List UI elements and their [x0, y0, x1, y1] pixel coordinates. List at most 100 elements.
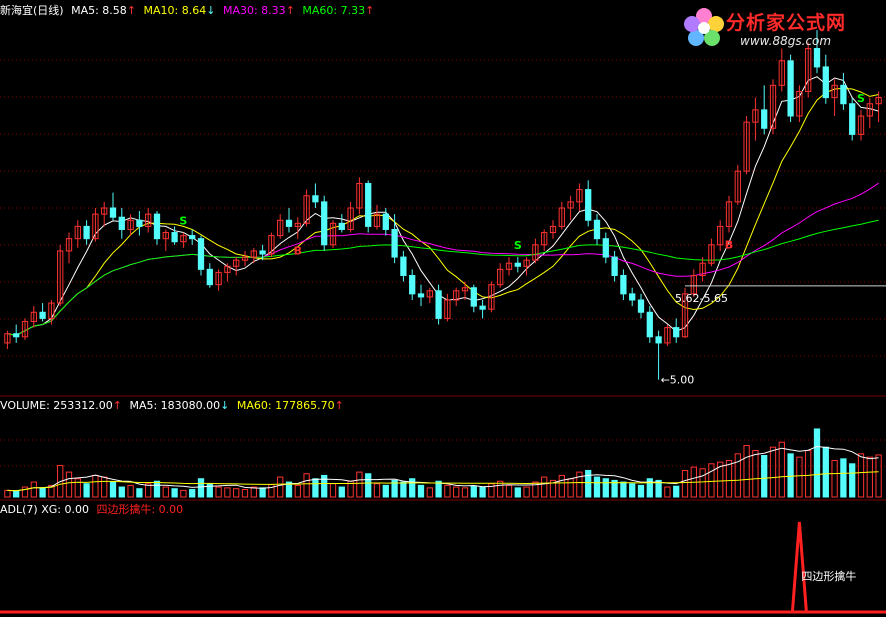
- volume-ma5-line: [7, 445, 879, 492]
- volume-bar: [136, 488, 143, 498]
- volume-bar: [699, 468, 706, 498]
- volume-bar: [39, 487, 46, 498]
- volume-bar: [417, 484, 425, 498]
- volume-bar: [162, 486, 169, 498]
- candle-body: [655, 336, 662, 344]
- volume-bar: [426, 487, 433, 498]
- sell-marker: S: [179, 215, 187, 228]
- volume-bar: [189, 489, 196, 498]
- volume-bar: [505, 484, 513, 498]
- volume-bar: [153, 480, 161, 498]
- volume-bar: [312, 478, 319, 498]
- volume-bar: [224, 487, 231, 498]
- volume-bar: [277, 476, 284, 498]
- volume-bar: [567, 478, 574, 498]
- volume-bar: [65, 471, 73, 498]
- candle-body: [787, 60, 794, 117]
- volume-bar: [585, 469, 592, 498]
- volume-bar: [109, 481, 117, 498]
- candle-body: [39, 311, 46, 319]
- ma60-line: [7, 219, 879, 336]
- indicator-header: ADL(7) XG: 0.00 四边形擒牛: 0.00: [0, 503, 187, 517]
- stock-chart: S B S B S ←5.00 5.62-5.65 四边形擒牛: [0, 30, 886, 614]
- indicator-signal: 四边形擒牛: [0, 521, 886, 614]
- volume-bar: [752, 450, 759, 498]
- volume-bar: [30, 481, 37, 498]
- volume-label: VOLUME: 253312.00↑: [0, 399, 122, 412]
- candle-body: [171, 232, 178, 243]
- volume-bar: [83, 483, 90, 498]
- volume-bar: [329, 483, 337, 498]
- ma60-label: MA60: 7.33↑: [302, 4, 375, 17]
- volume-bar: [21, 486, 29, 498]
- site-logo: 分析家公式网 www.88gs.com: [680, 4, 880, 56]
- candle-body: [365, 182, 372, 227]
- candle-body: [338, 222, 345, 230]
- candle-body: [136, 219, 143, 227]
- moving-average-lines: [7, 76, 879, 336]
- volume-bar: [303, 473, 310, 498]
- candle-body: [197, 238, 205, 270]
- volume-ma60-line: [7, 471, 879, 492]
- signal-label: 四边形擒牛: 0.00: [96, 503, 184, 516]
- candle-body: [629, 293, 636, 301]
- candle-body: [761, 109, 768, 129]
- candle-body: [673, 327, 680, 338]
- volume-ma60-label: MA60: 177865.70↑: [236, 399, 344, 412]
- volume-bar: [857, 453, 865, 498]
- candle-body: [189, 235, 196, 240]
- candle-body: [514, 262, 521, 267]
- candle-body: [479, 305, 486, 310]
- ma30-line: [7, 182, 879, 336]
- candle-body: [620, 274, 627, 295]
- volume-bar: [453, 486, 460, 498]
- chart-stage: S B S B S ←5.00 5.62-5.65 四边形擒牛 新海宜(日线) MA5: 8…: [0, 0, 886, 617]
- volume-bar: [461, 487, 469, 498]
- candle-body: [602, 238, 609, 258]
- logo-title: 分析家公式网: [726, 12, 847, 34]
- ma5-label: MA5: 8.58↑: [71, 4, 137, 17]
- logo-url: www.88gs.com: [740, 34, 832, 48]
- volume-bar: [875, 454, 882, 498]
- signal-label-text: 四边形擒牛: [801, 569, 856, 583]
- ma5-line: [7, 76, 879, 336]
- candle-body: [118, 216, 125, 230]
- sell-marker: S: [514, 239, 522, 252]
- buy-marker: B: [725, 239, 733, 252]
- stock-name: 新海宜(日线): [0, 4, 64, 17]
- ma10-label: MA10: 8.64↓: [143, 4, 216, 17]
- volume-bar: [602, 478, 609, 498]
- candle-body: [83, 225, 90, 240]
- volume-bar: [541, 476, 548, 498]
- candle-body: [435, 290, 442, 319]
- volume-bar: [101, 476, 108, 498]
- candle-body: [285, 219, 293, 227]
- candle-body: [646, 311, 653, 338]
- volume-bar: [259, 487, 266, 498]
- volume-bar: [127, 484, 134, 498]
- volume-bar: [593, 476, 601, 498]
- signal-markers: S B S B S ←5.00 5.62-5.65: [179, 92, 886, 387]
- candle-body: [585, 189, 592, 221]
- volume-bar: [761, 455, 768, 498]
- ma30-label: MA30: 8.33↑: [222, 4, 295, 17]
- volume-ma5-label: MA5: 183080.00↓: [129, 399, 230, 412]
- volume-bar: [646, 478, 653, 498]
- volume-header: VOLUME: 253312.00↑ MA5: 183080.00↓ MA60:…: [0, 399, 348, 413]
- candle-body: [259, 250, 266, 255]
- volume-bar: [796, 456, 803, 498]
- volume-bar: [822, 446, 829, 498]
- signal-spike: [790, 521, 808, 613]
- volume-bar: [743, 445, 750, 498]
- candle-body: [109, 207, 117, 218]
- volume-bar: [171, 488, 178, 498]
- buy-marker: B: [294, 245, 302, 258]
- candle-body: [312, 195, 319, 203]
- volume-bar: [866, 456, 873, 498]
- volume-bar: [637, 484, 645, 498]
- volume-bar: [180, 489, 187, 498]
- candle-body: [382, 213, 389, 230]
- volume-bar: [373, 483, 381, 498]
- candle-body: [400, 256, 407, 276]
- volume-bar: [787, 453, 794, 498]
